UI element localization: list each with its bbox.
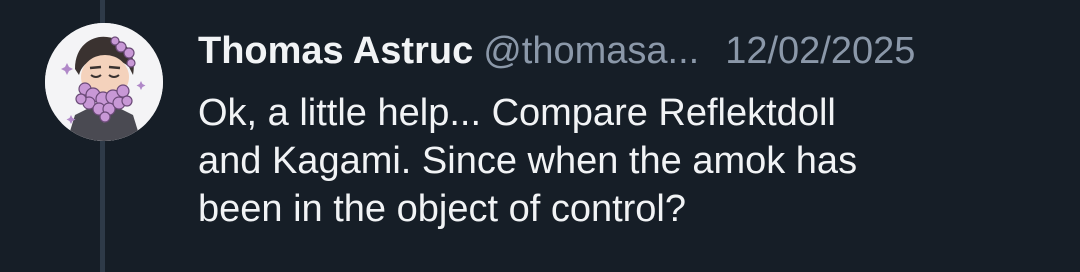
post-text: Ok, a little help... Compare Reflektdoll… [198,92,858,230]
post-timestamp[interactable]: 12/02/2025 [725,30,915,72]
author-avatar[interactable] [45,23,163,141]
author-handle[interactable]: @thomasa... [483,30,699,72]
post-header: Thomas Astruc @thomasa... 12/02/2025 [198,26,1058,76]
reply-post[interactable]: Thomas Astruc @thomasa... 12/02/2025 Ok, a… [0,0,1080,272]
author-display-name[interactable]: Thomas Astruc [198,30,473,72]
avatar-portrait-icon [45,23,163,141]
